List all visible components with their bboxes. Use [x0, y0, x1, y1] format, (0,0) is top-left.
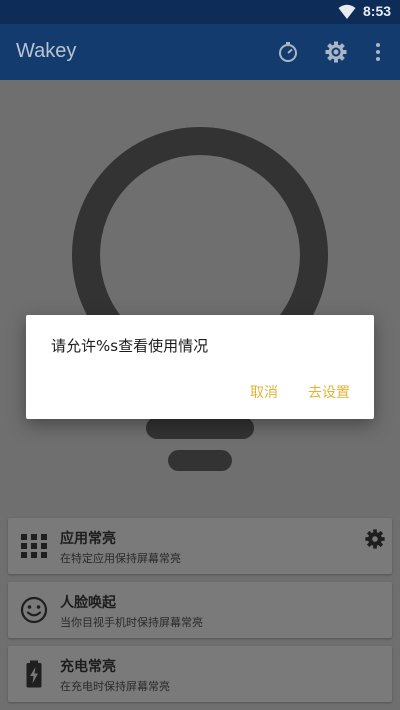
card-face-wake[interactable]: 人脸唤起 当你目视手机时保持屏幕常亮 [8, 582, 392, 638]
card-app-keep-awake[interactable]: 应用常亮 在特定应用保持屏幕常亮 [8, 518, 392, 574]
apps-grid-icon [21, 534, 47, 558]
card-title: 应用常亮 [60, 531, 116, 547]
lightbulb-icon[interactable] [72, 127, 328, 475]
timer-icon[interactable] [276, 40, 300, 64]
permission-dialog: 请允许%s查看使用情况 取消 去设置 [26, 315, 374, 419]
smiley-face-icon [20, 596, 48, 624]
card-charging-keep-awake[interactable]: 充电常亮 在充电时保持屏幕常亮 [8, 646, 392, 702]
card-subtitle: 在充电时保持屏幕常亮 [60, 680, 170, 693]
app-bar: Wakey [0, 24, 400, 80]
go-to-settings-button[interactable]: 去设置 [308, 382, 350, 402]
battery-charging-icon [26, 660, 42, 688]
dialog-message: 请允许%s查看使用情况 [51, 337, 209, 355]
status-time: 8:53 [363, 3, 392, 19]
gear-icon[interactable] [364, 528, 386, 550]
card-subtitle: 当你目视手机时保持屏幕常亮 [60, 616, 203, 629]
more-vert-icon[interactable] [366, 40, 390, 64]
card-subtitle: 在特定应用保持屏幕常亮 [60, 552, 181, 565]
status-bar: 8:53 [0, 0, 400, 24]
card-title: 充电常亮 [60, 659, 116, 675]
cancel-button[interactable]: 取消 [250, 382, 278, 402]
wifi-icon [338, 4, 356, 19]
card-title: 人脸唤起 [60, 595, 116, 611]
app-title: Wakey [16, 40, 77, 62]
settings-icon[interactable] [324, 40, 348, 64]
